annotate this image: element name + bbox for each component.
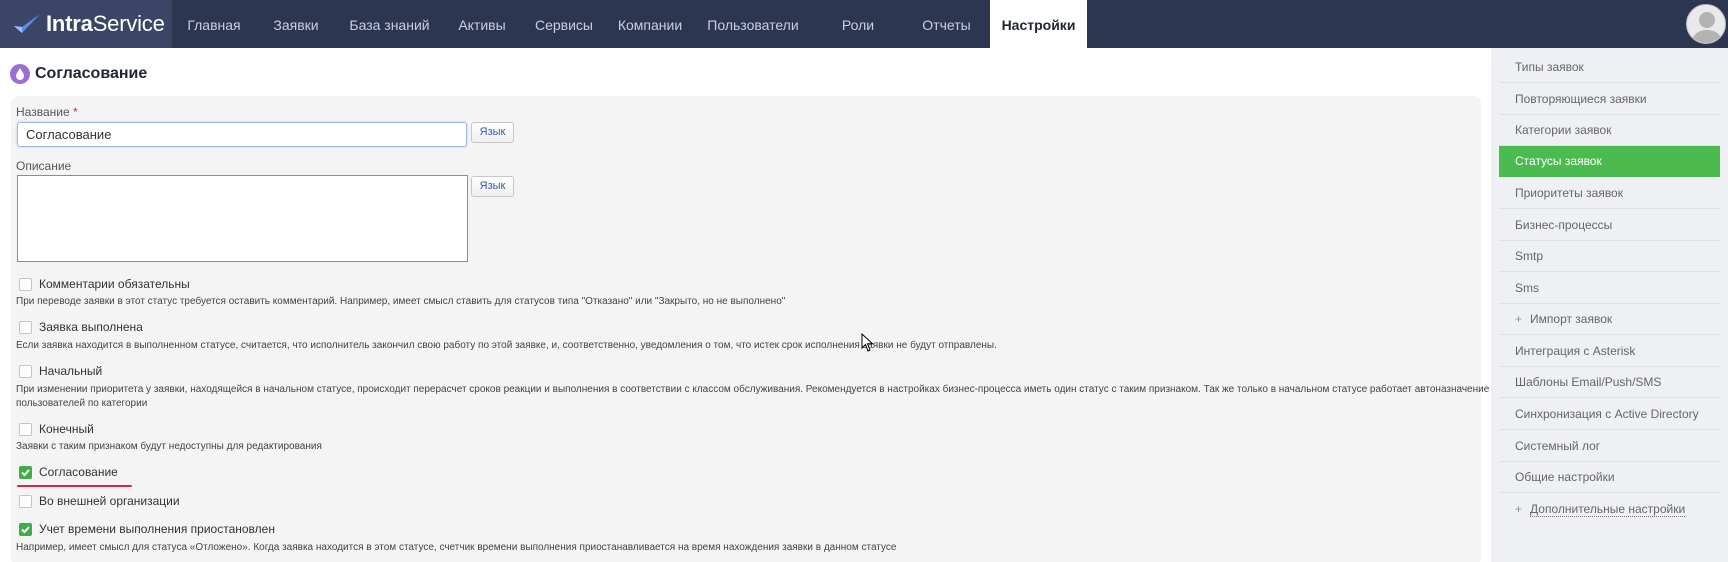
description-language-button[interactable]: Язык bbox=[471, 176, 514, 197]
nav-item-users[interactable]: Пользователи bbox=[693, 0, 813, 48]
plus-icon: + bbox=[1515, 502, 1523, 516]
comments-required-label: Комментарии обязательны bbox=[39, 277, 190, 291]
user-avatar[interactable] bbox=[1686, 4, 1726, 44]
nav-item-services[interactable]: Сервисы bbox=[521, 0, 607, 48]
sidebar-item-business-processes[interactable]: Бизнес-процессы bbox=[1499, 210, 1720, 241]
nav-item-tickets[interactable]: Заявки bbox=[256, 0, 336, 48]
option-time-tracking-paused: Учет времени выполнения приостановлен bbox=[19, 521, 275, 537]
status-drop-icon bbox=[10, 64, 30, 84]
nav-item-reports[interactable]: Отчеты bbox=[903, 0, 990, 48]
sidebar-item-ticket-categories[interactable]: Категории заявок bbox=[1499, 115, 1720, 146]
initial-hint-line-1: При изменении приоритета у заявки, наход… bbox=[16, 384, 1490, 395]
checkmark-logo-icon bbox=[14, 14, 40, 33]
nav-item-settings[interactable]: Настройки bbox=[990, 0, 1087, 48]
status-form-card bbox=[11, 96, 1481, 562]
description-field-label: Описание bbox=[16, 159, 72, 173]
option-initial: Начальный bbox=[19, 363, 102, 379]
final-hint: Заявки с таким признаком будут недоступн… bbox=[16, 441, 322, 452]
initial-checkbox[interactable] bbox=[19, 364, 32, 378]
external-organization-checkbox[interactable] bbox=[19, 494, 32, 508]
sidebar-item-ticket-import[interactable]: + Импорт заявок bbox=[1499, 304, 1720, 335]
nav-item-knowledge-base[interactable]: База знаний bbox=[336, 0, 443, 48]
approval-label: Согласование bbox=[39, 465, 118, 479]
name-input[interactable] bbox=[17, 122, 467, 147]
user-silhouette-icon bbox=[1691, 12, 1723, 43]
sidebar-item-ticket-priorities[interactable]: Приоритеты заявок bbox=[1499, 178, 1720, 209]
initial-label: Начальный bbox=[39, 364, 103, 378]
option-comments-required: Комментарии обязательны bbox=[19, 276, 190, 292]
page-header: Согласование bbox=[10, 64, 147, 84]
description-textarea[interactable] bbox=[17, 175, 468, 262]
comments-required-hint: При переводе заявки в этот статус требуе… bbox=[16, 296, 786, 307]
ticket-completed-checkbox[interactable] bbox=[19, 320, 32, 334]
sidebar-item-system-log[interactable]: Системный лог bbox=[1499, 431, 1720, 462]
highlight-underline bbox=[17, 485, 132, 487]
time-tracking-paused-hint: Например, имеет смысл для статуса «Отлож… bbox=[16, 542, 897, 553]
final-label: Конечный bbox=[39, 422, 94, 436]
required-mark: * bbox=[72, 105, 78, 119]
option-external-organization: Во внешней организации bbox=[19, 493, 180, 509]
time-tracking-paused-label: Учет времени выполнения приостановлен bbox=[39, 522, 275, 536]
option-ticket-completed: Заявка выполнена bbox=[19, 319, 143, 335]
sidebar-item-asterisk-integration[interactable]: Интеграция с Asterisk bbox=[1499, 336, 1720, 367]
sidebar-item-sms[interactable]: Sms bbox=[1499, 273, 1720, 304]
name-language-button[interactable]: Язык bbox=[471, 122, 514, 143]
sidebar-item-recurring-tickets[interactable]: Повторяющиеся заявки bbox=[1499, 84, 1720, 115]
external-organization-label: Во внешней организации bbox=[39, 494, 180, 508]
plus-icon: + bbox=[1515, 312, 1523, 326]
nav-item-companies[interactable]: Компании bbox=[607, 0, 693, 48]
sidebar-item-general-settings[interactable]: Общие настройки bbox=[1499, 462, 1720, 493]
sidebar-item-ticket-types[interactable]: Типы заявок bbox=[1499, 52, 1720, 83]
ticket-completed-hint: Если заявка находится в выполненном стат… bbox=[16, 340, 997, 351]
option-approval: Согласование bbox=[19, 464, 118, 480]
approval-checkbox[interactable] bbox=[19, 465, 32, 479]
top-navigation-bar: IntraService Главная Заявки База знаний … bbox=[0, 0, 1728, 48]
page-title: Согласование bbox=[35, 65, 148, 82]
name-field-label: Название * bbox=[16, 105, 78, 119]
nav-item-roles[interactable]: Роли bbox=[813, 0, 903, 48]
nav-item-home[interactable]: Главная bbox=[172, 0, 256, 48]
mouse-cursor-icon bbox=[861, 333, 874, 352]
sidebar-item-ticket-statuses[interactable]: Статусы заявок bbox=[1499, 146, 1720, 177]
sidebar-item-ad-sync[interactable]: Синхронизация с Active Directory bbox=[1499, 399, 1720, 430]
check-icon bbox=[21, 525, 30, 533]
app-logo[interactable]: IntraService bbox=[0, 0, 172, 48]
option-final: Конечный bbox=[19, 421, 94, 437]
sidebar-item-notification-templates[interactable]: Шаблоны Email/Push/SMS bbox=[1499, 367, 1720, 398]
settings-sidebar: Типы заявок Повторяющиеся заявки Категор… bbox=[1491, 48, 1728, 562]
final-checkbox[interactable] bbox=[19, 422, 32, 436]
time-tracking-paused-checkbox[interactable] bbox=[19, 522, 32, 536]
initial-hint-line-2: пользователей по категории bbox=[16, 398, 148, 409]
nav-item-assets[interactable]: Активы bbox=[443, 0, 521, 48]
check-icon bbox=[21, 468, 30, 476]
sidebar-item-additional-settings[interactable]: + Дополнительные настройки bbox=[1499, 494, 1720, 525]
comments-required-checkbox[interactable] bbox=[19, 277, 32, 291]
logo-text: IntraService bbox=[46, 11, 165, 36]
ticket-completed-label: Заявка выполнена bbox=[39, 320, 143, 334]
sidebar-item-smtp[interactable]: Smtp bbox=[1499, 241, 1720, 272]
